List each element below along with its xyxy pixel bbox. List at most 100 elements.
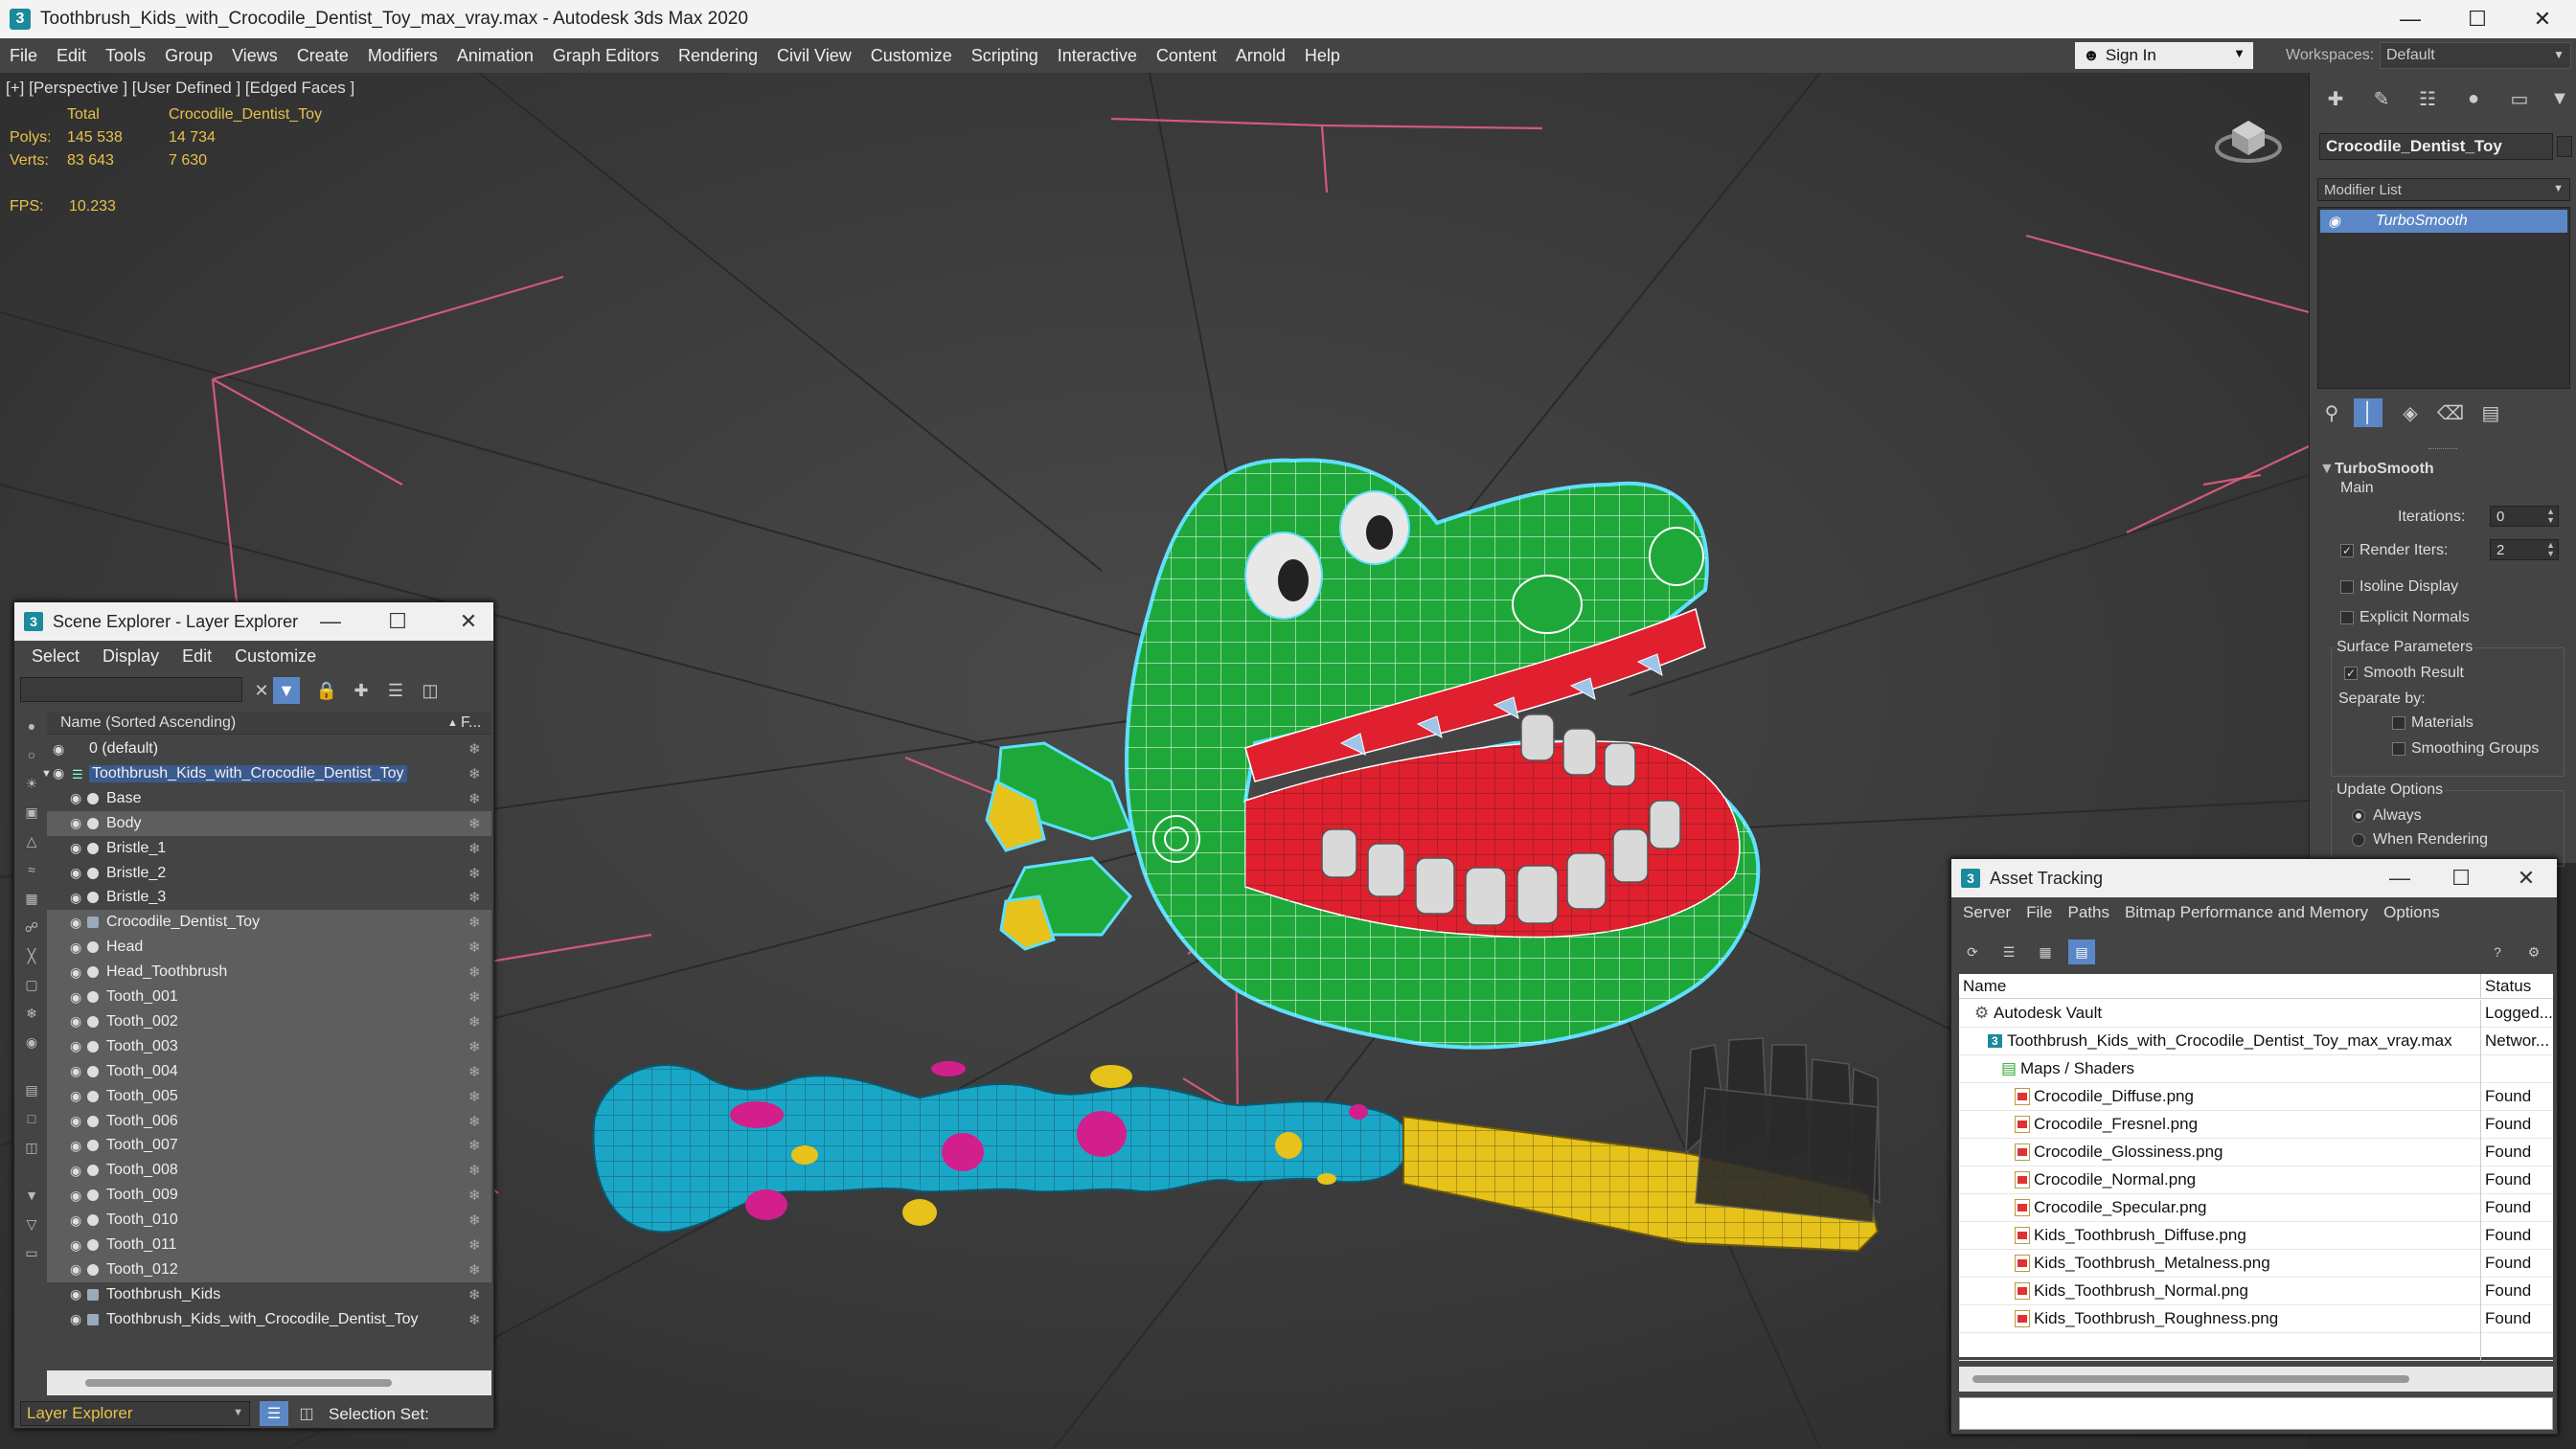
- freeze-icon[interactable]: ❄: [468, 840, 481, 857]
- display-tab-icon[interactable]: ▭: [2507, 86, 2532, 111]
- help-icon[interactable]: ?: [2484, 940, 2511, 964]
- visibility-eye-icon[interactable]: ◉: [70, 940, 81, 956]
- asset-tracking-title-bar[interactable]: 3 Asset Tracking — ☐ ✕: [1951, 859, 2557, 897]
- menu-edit[interactable]: Edit: [47, 46, 96, 66]
- at-menu-file[interactable]: File: [2018, 903, 2060, 922]
- scene-row[interactable]: ◉ Bristle_1 ❄: [47, 836, 491, 861]
- freeze-icon[interactable]: ❄: [468, 1063, 481, 1080]
- freeze-icon[interactable]: ❄: [468, 1113, 481, 1130]
- layers-icon[interactable]: ☰: [382, 677, 409, 704]
- visibility-eye-icon[interactable]: ◉: [70, 1063, 81, 1079]
- menu-arnold[interactable]: Arnold: [1226, 46, 1295, 66]
- freeze-icon[interactable]: ❄: [468, 1088, 481, 1105]
- menu-customize[interactable]: Customize: [861, 46, 962, 66]
- display-invert-icon[interactable]: ◫: [21, 1137, 42, 1158]
- visibility-eye-icon[interactable]: ◉: [70, 1212, 81, 1229]
- visibility-eye-icon[interactable]: ◉: [70, 865, 81, 881]
- object-color-swatch[interactable]: [2557, 136, 2572, 157]
- visibility-eye-icon[interactable]: ◉: [70, 1163, 81, 1179]
- render-iters-checkbox[interactable]: ✓: [2340, 544, 2354, 557]
- scene-row[interactable]: ◉ Tooth_010 ❄: [47, 1208, 491, 1234]
- visibility-eye-icon[interactable]: ◉: [70, 964, 81, 981]
- scene-row[interactable]: ◉ Tooth_008 ❄: [47, 1158, 491, 1184]
- stack-item-turbosmooth[interactable]: ◉ TurboSmooth: [2320, 210, 2567, 233]
- visibility-eye-icon[interactable]: ◉: [70, 890, 81, 906]
- spinner-arrows-icon[interactable]: ▲ ▼: [2546, 508, 2555, 525]
- column-status-header[interactable]: Status: [2480, 973, 2531, 999]
- maximize-icon[interactable]: ☐: [378, 606, 417, 637]
- explicit-normals-checkbox[interactable]: [2340, 611, 2354, 624]
- display-spacewarps-icon[interactable]: ≈: [21, 859, 42, 880]
- materials-checkbox[interactable]: [2392, 716, 2405, 730]
- at-menu-server[interactable]: Server: [1955, 903, 2018, 922]
- freeze-icon[interactable]: ❄: [468, 1286, 481, 1303]
- menu-tools[interactable]: Tools: [96, 46, 155, 66]
- asset-row[interactable]: ⚙ Autodesk Vault Logged...: [1959, 999, 2553, 1028]
- display-bones-icon[interactable]: ╳: [21, 945, 42, 966]
- display-frozen-icon[interactable]: ❄: [21, 1003, 42, 1024]
- scene-row[interactable]: ◉ Head_Toothbrush ❄: [47, 960, 491, 985]
- visibility-eye-icon[interactable]: ◉: [70, 1286, 81, 1302]
- asset-row[interactable]: Crocodile_Specular.png Found: [1959, 1193, 2553, 1222]
- splitter-handle[interactable]: [2428, 448, 2457, 451]
- column-freeze-header[interactable]: F...: [461, 714, 481, 732]
- scene-row[interactable]: ◉ Tooth_011 ❄: [47, 1233, 491, 1257]
- freeze-icon[interactable]: ❄: [468, 939, 481, 956]
- container-icon[interactable]: ▭: [21, 1242, 42, 1263]
- lock-icon[interactable]: 🔒: [313, 677, 340, 704]
- freeze-icon[interactable]: ❄: [468, 740, 481, 758]
- display-containers-icon[interactable]: ▢: [21, 974, 42, 995]
- scene-row[interactable]: ◉ Bristle_3 ❄: [47, 885, 491, 910]
- minimize-icon[interactable]: —: [2378, 0, 2443, 38]
- scene-row[interactable]: ◉ 0 (default) ❄: [47, 736, 491, 761]
- se-menu-customize[interactable]: Customize: [223, 646, 328, 667]
- visibility-eye-icon[interactable]: ◉: [53, 741, 64, 758]
- display-all-icon[interactable]: ▤: [21, 1079, 42, 1100]
- close-icon[interactable]: ✕: [2510, 0, 2575, 38]
- freeze-icon[interactable]: ❄: [468, 1013, 481, 1030]
- visibility-eye-icon[interactable]: ◉: [70, 989, 81, 1006]
- hierarchy-icon[interactable]: ◫: [417, 677, 444, 704]
- explorer-mode-dropdown[interactable]: Layer Explorer ▼: [20, 1401, 250, 1426]
- visibility-eye-icon[interactable]: ◉: [70, 790, 81, 806]
- scene-row[interactable]: ◉ Tooth_007 ❄: [47, 1133, 491, 1159]
- visibility-eye-icon[interactable]: ◉: [70, 1311, 81, 1327]
- eye-icon[interactable]: ◉: [2328, 213, 2340, 230]
- menu-file[interactable]: File: [0, 46, 47, 66]
- column-name-header[interactable]: Name: [1963, 977, 2006, 996]
- scene-row[interactable]: ◉ Tooth_003 ❄: [47, 1033, 491, 1059]
- scene-row[interactable]: ▼ ◉ ☰ Toothbrush_Kids_with_Crocodile_Dentis…: [41, 761, 491, 786]
- display-xrefs-icon[interactable]: ☍: [21, 917, 42, 938]
- visibility-eye-icon[interactable]: ◉: [70, 1013, 81, 1030]
- freeze-icon[interactable]: ❄: [468, 1162, 481, 1179]
- se-menu-select[interactable]: Select: [20, 646, 91, 667]
- freeze-icon[interactable]: ❄: [468, 889, 481, 906]
- rollout-collapse-icon[interactable]: ▼: [2319, 461, 2335, 478]
- make-unique-icon[interactable]: ◈: [2396, 398, 2425, 427]
- menu-civil-view[interactable]: Civil View: [767, 46, 861, 66]
- display-hidden-icon[interactable]: ◉: [21, 1031, 42, 1053]
- visibility-eye-icon[interactable]: ◉: [70, 840, 81, 856]
- modify-tab-icon[interactable]: ✎: [2369, 86, 2394, 111]
- motion-tab-icon[interactable]: ●: [2461, 86, 2486, 111]
- visibility-eye-icon[interactable]: ◉: [70, 1188, 81, 1204]
- display-groups-icon[interactable]: ▦: [21, 888, 42, 909]
- freeze-icon[interactable]: ❄: [468, 815, 481, 832]
- at-menu-bitmap-performance[interactable]: Bitmap Performance and Memory: [2117, 903, 2376, 922]
- new-layer-icon[interactable]: ✚: [348, 677, 375, 704]
- scrollbar-thumb[interactable]: [1972, 1375, 2409, 1383]
- visibility-eye-icon[interactable]: ◉: [70, 915, 81, 931]
- menu-create[interactable]: Create: [287, 46, 358, 66]
- filter-selected-icon[interactable]: ▼: [21, 1185, 42, 1206]
- filter-icon[interactable]: ▼: [273, 677, 300, 704]
- scene-row[interactable]: ◉ Base ❄: [47, 786, 491, 811]
- always-radio[interactable]: [2352, 809, 2365, 823]
- render-iters-spinner[interactable]: 2 ▲ ▼: [2490, 539, 2559, 560]
- at-menu-options[interactable]: Options: [2376, 903, 2448, 922]
- asset-row[interactable]: Kids_Toothbrush_Diffuse.png Found: [1959, 1221, 2553, 1250]
- scene-row[interactable]: ◉ Tooth_006 ❄: [47, 1108, 491, 1134]
- options-icon[interactable]: ⚙: [2520, 940, 2547, 964]
- show-end-result-icon[interactable]: │: [2354, 398, 2382, 427]
- display-lights-icon[interactable]: ☀: [21, 773, 42, 794]
- create-tab-icon[interactable]: ✚: [2323, 86, 2348, 111]
